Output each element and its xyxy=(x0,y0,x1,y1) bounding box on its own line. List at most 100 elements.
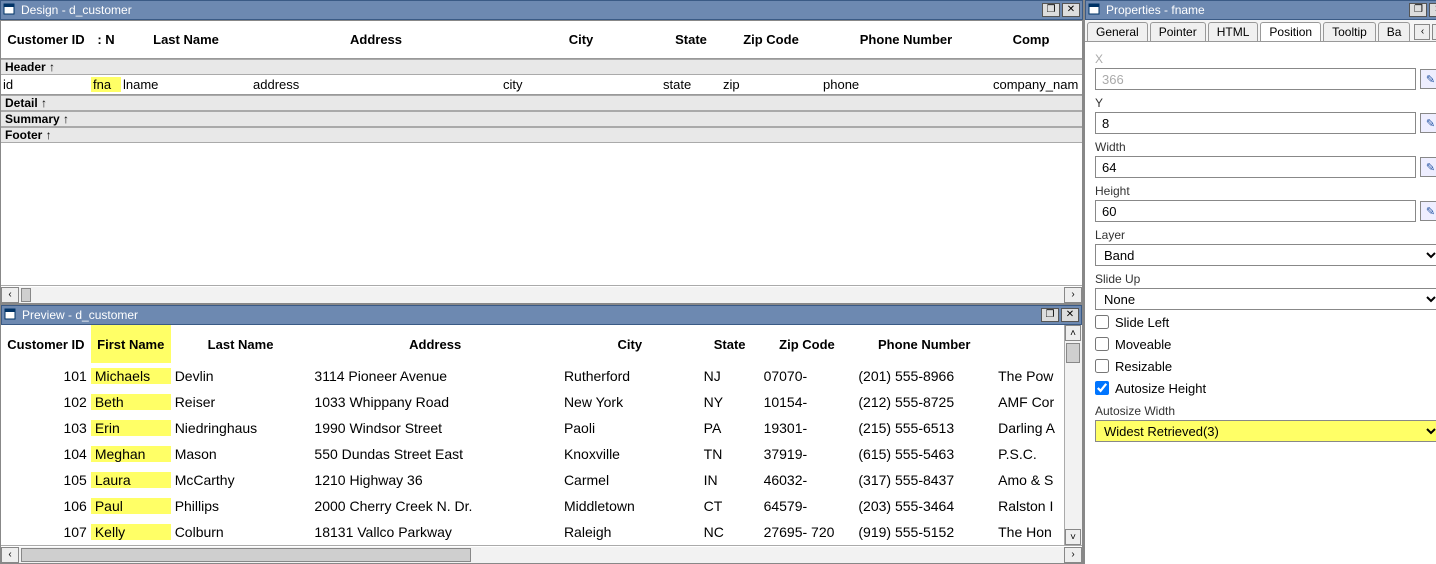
preview-column-header[interactable] xyxy=(994,325,1064,363)
scroll-right-button[interactable]: › xyxy=(1064,287,1082,303)
x-input[interactable] xyxy=(1095,68,1416,90)
preview-column-header[interactable]: First Name xyxy=(91,325,171,363)
preview-column-header[interactable]: Phone Number xyxy=(854,325,994,363)
design-titlebar: Design - d_customer ❐ ✕ xyxy=(0,0,1083,20)
design-column-header[interactable]: Phone Number xyxy=(821,21,991,58)
width-input[interactable] xyxy=(1095,156,1416,178)
design-field[interactable]: state xyxy=(661,77,721,92)
preview-scroll-right-button[interactable]: › xyxy=(1064,547,1082,563)
tab-position[interactable]: Position xyxy=(1260,22,1321,41)
table-cell: Beth xyxy=(91,394,171,410)
preview-restore-button[interactable]: ❐ xyxy=(1041,308,1059,322)
tab-nav-left-button[interactable]: ‹ xyxy=(1414,24,1430,40)
vscroll-thumb[interactable] xyxy=(1066,343,1080,363)
design-column-header[interactable]: Address xyxy=(251,21,501,58)
moveable-checkbox[interactable] xyxy=(1095,337,1109,351)
table-cell: Knoxville xyxy=(560,446,700,462)
height-expr-button[interactable]: ✎ xyxy=(1420,201,1436,221)
design-field[interactable]: fna xyxy=(91,77,121,92)
table-row[interactable]: 103ErinNiedringhaus1990 Windsor StreetPa… xyxy=(1,415,1064,441)
preview-scroll-track[interactable] xyxy=(19,547,1064,563)
slide-left-checkbox[interactable] xyxy=(1095,315,1109,329)
tab-general[interactable]: General xyxy=(1087,22,1148,41)
preview-column-header[interactable]: Address xyxy=(310,325,560,363)
preview-column-header[interactable]: State xyxy=(700,325,760,363)
design-field[interactable]: city xyxy=(501,77,661,92)
tab-nav-right-button[interactable]: › xyxy=(1432,24,1436,40)
design-column-header[interactable]: Comp xyxy=(991,21,1071,58)
table-row[interactable]: 101MichaelsDevlin3114 Pioneer AvenueRuth… xyxy=(1,363,1064,389)
table-cell: Laura xyxy=(91,472,171,488)
scroll-up-button[interactable]: ˄ xyxy=(1065,325,1081,341)
table-cell: The Pow xyxy=(994,368,1064,384)
design-field[interactable]: address xyxy=(251,77,501,92)
table-row[interactable]: 104MeghanMason550 Dundas Street EastKnox… xyxy=(1,441,1064,467)
table-row[interactable]: 107KellyColburn18131 Vallco ParkwayRalei… xyxy=(1,519,1064,545)
autosize-width-select[interactable]: Widest Retrieved(3) xyxy=(1095,420,1436,442)
tab-tooltip[interactable]: Tooltip xyxy=(1323,22,1376,41)
design-column-header[interactable]: State xyxy=(661,21,721,58)
design-field[interactable]: zip xyxy=(721,77,821,92)
band-detail[interactable]: Detail ↑ xyxy=(1,95,1082,111)
band-summary[interactable]: Summary ↑ xyxy=(1,111,1082,127)
scroll-left-button[interactable]: ‹ xyxy=(1,287,19,303)
band-header[interactable]: Header ↑ xyxy=(1,59,1082,75)
preview-scroll-thumb[interactable] xyxy=(21,548,471,562)
preview-title: Preview - d_customer xyxy=(22,308,1039,322)
design-header-fields: idfnalnameaddresscitystatezipphonecompan… xyxy=(1,75,1082,95)
band-footer[interactable]: Footer ↑ xyxy=(1,127,1082,143)
resizable-checkbox[interactable] xyxy=(1095,359,1109,373)
table-cell: NJ xyxy=(700,368,760,384)
table-cell: NY xyxy=(700,394,760,410)
y-expr-button[interactable]: ✎ xyxy=(1420,113,1436,133)
layer-select[interactable]: Band xyxy=(1095,244,1436,266)
table-row[interactable]: 106PaulPhillips2000 Cherry Creek N. Dr.M… xyxy=(1,493,1064,519)
design-column-header[interactable]: Zip Code xyxy=(721,21,821,58)
design-column-header[interactable]: Last Name xyxy=(121,21,251,58)
design-field[interactable]: phone xyxy=(821,77,991,92)
preview-column-header[interactable]: Customer ID xyxy=(1,325,91,363)
preview-close-button[interactable]: ✕ xyxy=(1061,308,1079,322)
properties-close-button[interactable]: ✕ xyxy=(1429,3,1436,17)
height-input[interactable] xyxy=(1095,200,1416,222)
y-label: Y xyxy=(1095,96,1436,110)
design-restore-button[interactable]: ❐ xyxy=(1042,3,1060,17)
preview-h-scrollbar[interactable]: ‹ › xyxy=(1,545,1082,563)
preview-v-scrollbar[interactable]: ˄ ˅ xyxy=(1064,325,1082,545)
scroll-track[interactable] xyxy=(19,287,1064,303)
vscroll-track[interactable] xyxy=(1065,341,1082,529)
properties-tabs: GeneralPointerHTMLPositionTooltipBa ‹ › xyxy=(1085,20,1436,42)
design-field[interactable]: company_nam xyxy=(991,77,1071,92)
design-column-header[interactable]: : N xyxy=(91,21,121,58)
table-row[interactable]: 102BethReiser1033 Whippany RoadNew YorkN… xyxy=(1,389,1064,415)
preview-scroll-left-button[interactable]: ‹ xyxy=(1,547,19,563)
table-cell: (317) 555-8437 xyxy=(854,472,994,488)
preview-column-header[interactable]: City xyxy=(560,325,700,363)
design-field[interactable]: lname xyxy=(121,77,251,92)
table-cell: Devlin xyxy=(171,368,311,384)
table-cell: (201) 555-8966 xyxy=(854,368,994,384)
tab-html[interactable]: HTML xyxy=(1208,22,1259,41)
design-column-header[interactable]: Customer ID xyxy=(1,21,91,58)
table-cell: 19301- xyxy=(760,420,855,436)
autosize-height-checkbox[interactable] xyxy=(1095,381,1109,395)
tab-pointer[interactable]: Pointer xyxy=(1150,22,1206,41)
width-expr-button[interactable]: ✎ xyxy=(1420,157,1436,177)
preview-rows: 101MichaelsDevlin3114 Pioneer AvenueRuth… xyxy=(1,363,1064,545)
properties-restore-button[interactable]: ❐ xyxy=(1409,3,1427,17)
design-window-icon xyxy=(3,3,17,17)
slideup-select[interactable]: None xyxy=(1095,288,1436,310)
design-close-button[interactable]: ✕ xyxy=(1062,3,1080,17)
preview-column-header[interactable]: Last Name xyxy=(171,325,311,363)
design-h-scrollbar[interactable]: ‹ › xyxy=(1,285,1082,303)
preview-column-header[interactable]: Zip Code xyxy=(760,325,855,363)
tab-ba[interactable]: Ba xyxy=(1378,22,1411,41)
scroll-down-button[interactable]: ˅ xyxy=(1065,529,1081,545)
table-row[interactable]: 105LauraMcCarthy1210 Highway 36CarmelIN4… xyxy=(1,467,1064,493)
design-field[interactable]: id xyxy=(1,77,91,92)
x-expr-button[interactable]: ✎ xyxy=(1420,69,1436,89)
y-input[interactable] xyxy=(1095,112,1416,134)
design-column-header[interactable]: City xyxy=(501,21,661,58)
table-cell: 104 xyxy=(1,446,91,462)
scroll-thumb[interactable] xyxy=(21,288,31,302)
